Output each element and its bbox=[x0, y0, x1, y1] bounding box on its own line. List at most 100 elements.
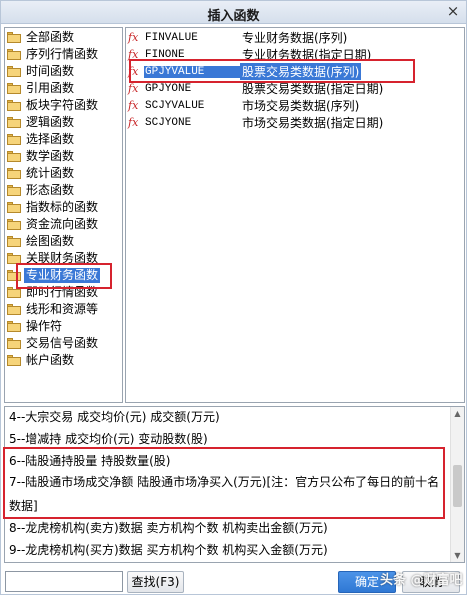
function-desc: 股票交易类数据(指定日期) bbox=[242, 82, 384, 96]
folder-icon bbox=[7, 269, 21, 281]
category-label: 序列行情函数 bbox=[26, 46, 99, 61]
category-label: 线形和资源等 bbox=[26, 301, 99, 316]
description-scrollbar[interactable]: ▲ ▼ bbox=[450, 407, 464, 562]
function-name: SCJYONE bbox=[145, 116, 192, 129]
folder-icon bbox=[7, 235, 21, 247]
description-line: 4--大宗交易 成交均价(元) 成交额(万元) bbox=[9, 410, 220, 424]
category-label: 形态函数 bbox=[26, 182, 75, 197]
category-label: 即时行情函数 bbox=[26, 284, 99, 299]
function-name: SCJYVALUE bbox=[145, 99, 205, 112]
category-label: 统计函数 bbox=[26, 165, 75, 180]
description-line: 5--增减持 成交均价(元) 变动股数(股) bbox=[9, 432, 208, 446]
folder-icon bbox=[7, 82, 21, 94]
description-line: 6--陆股通持股量 持股数量(股) bbox=[9, 454, 171, 468]
folder-icon bbox=[7, 252, 21, 264]
function-desc: 市场交易类数据(指定日期) bbox=[242, 116, 384, 130]
search-input[interactable] bbox=[5, 571, 123, 592]
function-name: GPJYONE bbox=[145, 82, 192, 95]
folder-icon bbox=[7, 354, 21, 366]
folder-icon bbox=[7, 99, 21, 111]
category-item[interactable]: 选择函数 bbox=[7, 131, 76, 147]
close-button[interactable]: × bbox=[445, 4, 461, 20]
fx-icon: fx bbox=[128, 48, 139, 61]
scroll-up-icon[interactable]: ▲ bbox=[453, 409, 462, 418]
function-item[interactable]: fx FINONE 专业财务数据(指定日期) bbox=[128, 46, 458, 63]
scroll-thumb[interactable] bbox=[453, 465, 462, 507]
folder-icon bbox=[7, 303, 21, 315]
cancel-button[interactable]: 取消 bbox=[402, 571, 460, 593]
folder-icon bbox=[7, 201, 21, 213]
folder-icon bbox=[7, 31, 21, 43]
function-description: ▲ ▼ 4--大宗交易 成交均价(元) 成交额(万元) 5--增减持 成交均价(元… bbox=[4, 406, 465, 563]
description-line: 数据] bbox=[9, 499, 38, 513]
category-item[interactable]: 帐户函数 bbox=[7, 352, 76, 368]
function-desc: 专业财务数据(序列) bbox=[242, 31, 348, 45]
category-item[interactable]: 绘图函数 bbox=[7, 233, 76, 249]
folder-icon bbox=[7, 150, 21, 162]
category-label: 全部函数 bbox=[26, 29, 75, 44]
folder-icon bbox=[7, 337, 21, 349]
function-desc: 专业财务数据(指定日期) bbox=[242, 48, 372, 62]
category-label: 关联财务函数 bbox=[26, 250, 99, 265]
function-list[interactable]: fx FINVALUE 专业财务数据(序列) fx FINONE 专业财务数据(指定日期)… bbox=[125, 27, 465, 403]
category-label: 时间函数 bbox=[26, 63, 75, 78]
category-label: 板块字符函数 bbox=[26, 97, 99, 112]
category-list[interactable]: 全部函数序列行情函数 时间函数引用函数板块字符函数逻辑函数 选择函数数学函数统计函数… bbox=[4, 27, 123, 403]
function-name: FINVALUE bbox=[145, 31, 198, 44]
category-item[interactable]: 引用函数 bbox=[7, 80, 76, 96]
category-item[interactable]: 即时行情函数 bbox=[7, 284, 100, 300]
category-item[interactable]: 交易信号函数 bbox=[7, 335, 100, 351]
insert-function-dialog: 插入函数 × 全部函数序列行情函数 时间函数引用函数板块字符函数逻辑函数 选择函数数… bbox=[0, 0, 467, 595]
category-item[interactable]: 数学函数 bbox=[7, 148, 76, 164]
function-name: GPJYVALUE bbox=[144, 65, 240, 78]
category-item[interactable]: 专业财务函数 bbox=[7, 267, 101, 283]
category-label: 资金流向函数 bbox=[26, 216, 99, 231]
search-button[interactable]: 查找(F3) bbox=[127, 571, 184, 593]
folder-icon bbox=[7, 320, 21, 332]
category-label: 指数标的函数 bbox=[26, 199, 99, 214]
category-item[interactable]: 板块字符函数 bbox=[7, 97, 100, 113]
function-name: FINONE bbox=[145, 48, 185, 61]
folder-icon bbox=[7, 48, 21, 60]
function-item[interactable]: fx FINVALUE 专业财务数据(序列) bbox=[128, 29, 458, 46]
folder-icon bbox=[7, 167, 21, 179]
category-item[interactable]: 形态函数 bbox=[7, 182, 76, 198]
function-item[interactable]: fx SCJYVALUE 市场交易类数据(序列) bbox=[128, 97, 458, 114]
fx-icon: fx bbox=[128, 99, 139, 112]
category-label: 专业财务函数 bbox=[24, 267, 101, 283]
category-item[interactable]: 逻辑函数 bbox=[7, 114, 76, 130]
category-item[interactable]: 指数标的函数 bbox=[7, 199, 100, 215]
ok-button[interactable]: 确定 bbox=[338, 571, 396, 593]
function-desc: 股票交易类数据(序列) bbox=[240, 63, 362, 80]
category-item[interactable]: 资金流向函数 bbox=[7, 216, 100, 232]
category-label: 数学函数 bbox=[26, 148, 75, 163]
title-bar: 插入函数 × bbox=[1, 1, 466, 24]
category-item[interactable]: 时间函数 bbox=[7, 63, 76, 79]
fx-icon: fx bbox=[128, 65, 139, 78]
category-label: 选择函数 bbox=[26, 131, 75, 146]
description-line: 8--龙虎榜机构(卖方)数据 卖方机构个数 机构卖出金额(万元) bbox=[9, 521, 328, 535]
category-item[interactable]: 关联财务函数 bbox=[7, 250, 100, 266]
fx-icon: fx bbox=[128, 82, 139, 95]
description-line: 9--龙虎榜机构(买方)数据 买方机构个数 机构买入金额(万元) bbox=[9, 543, 328, 557]
category-label: 引用函数 bbox=[26, 80, 75, 95]
folder-icon bbox=[7, 133, 21, 145]
function-item[interactable]: fx GPJYONE 股票交易类数据(指定日期) bbox=[128, 80, 458, 97]
function-item[interactable]: fx GPJYVALUE 股票交易类数据(序列) bbox=[128, 63, 458, 80]
category-item[interactable]: 线形和资源等 bbox=[7, 301, 100, 317]
function-desc: 市场交易类数据(序列) bbox=[242, 99, 360, 113]
function-item[interactable]: fx SCJYONE 市场交易类数据(指定日期) bbox=[128, 114, 458, 131]
category-label: 帐户函数 bbox=[26, 352, 75, 367]
category-item[interactable]: 操作符 bbox=[7, 318, 64, 334]
description-line: 7--陆股通市场成交净额 陆股通市场净买入(万元)[注：官方只公布了每日的前十名 bbox=[9, 475, 440, 489]
category-label: 交易信号函数 bbox=[26, 335, 99, 350]
scroll-down-icon[interactable]: ▼ bbox=[453, 551, 462, 560]
fx-icon: fx bbox=[128, 116, 139, 129]
category-item[interactable]: 全部函数 bbox=[7, 29, 76, 45]
folder-icon bbox=[7, 184, 21, 196]
folder-icon bbox=[7, 116, 21, 128]
category-item[interactable]: 序列行情函数 bbox=[7, 46, 100, 62]
category-label: 操作符 bbox=[26, 318, 63, 333]
category-item[interactable]: 统计函数 bbox=[7, 165, 76, 181]
fx-icon: fx bbox=[128, 31, 139, 44]
